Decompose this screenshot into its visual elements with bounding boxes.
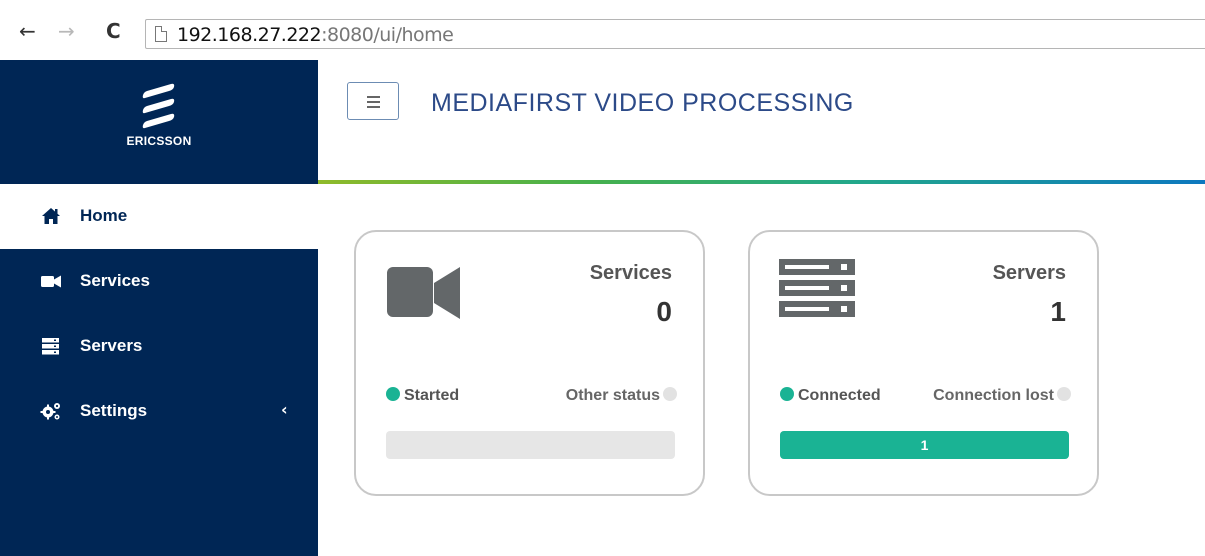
grey-status-dot <box>1057 387 1071 401</box>
chevron-left-icon[interactable]: ‹ <box>281 400 288 419</box>
sidebar-item-label: Settings <box>80 401 148 420</box>
green-status-dot <box>780 387 794 401</box>
hamburger-line <box>367 96 380 98</box>
home-icon <box>42 208 60 224</box>
server-icon <box>779 259 855 317</box>
brand-logo[interactable]: ERICSSON <box>0 60 318 184</box>
hamburger-line <box>367 106 380 108</box>
sidebar: ERICSSON Home Services Servers Settings … <box>0 60 318 556</box>
gears-icon <box>40 403 60 420</box>
video-camera-icon <box>387 267 460 319</box>
services-progress-bar <box>386 431 675 459</box>
sidebar-item-label: Servers <box>80 336 143 355</box>
brand-name: ERICSSON <box>126 134 192 148</box>
video-camera-icon <box>41 275 61 288</box>
forward-arrow-icon[interactable]: → <box>58 21 75 41</box>
services-card[interactable]: Services 0 Started Other status <box>354 230 705 496</box>
sidebar-item-settings[interactable]: Settings ‹ <box>0 379 318 444</box>
hamburger-line <box>367 101 380 103</box>
card-title: Servers <box>992 262 1066 284</box>
header-divider <box>318 180 1205 184</box>
sidebar-item-label: Services <box>80 271 150 290</box>
server-icon <box>42 338 59 355</box>
url-text[interactable]: 192.168.27.222:8080/ui/home <box>177 23 454 47</box>
page-title: MEDIAFIRST VIDEO PROCESSING <box>431 89 854 117</box>
status-started: Started <box>386 387 459 405</box>
page-header: MEDIAFIRST VIDEO PROCESSING <box>318 60 1205 184</box>
status-connected: Connected <box>780 387 881 405</box>
servers-progress-bar: 1 <box>780 431 1069 459</box>
status-label: Connection lost <box>933 387 1054 404</box>
sidebar-item-label: Home <box>80 206 128 225</box>
address-bar[interactable]: 192.168.27.222:8080/ui/home <box>145 19 1205 49</box>
status-other: Other status <box>566 387 677 405</box>
sidebar-nav: Home Services Servers Settings ‹ <box>0 184 318 444</box>
reload-icon[interactable]: C <box>106 21 121 41</box>
card-title: Services <box>589 262 672 284</box>
ericsson-logo-icon <box>142 83 175 129</box>
servers-count: 1 <box>1050 296 1066 327</box>
browser-toolbar: ← → C 192.168.27.222:8080/ui/home <box>0 0 1205 60</box>
grey-status-dot <box>663 387 677 401</box>
sidebar-item-servers[interactable]: Servers <box>0 314 318 379</box>
back-arrow-icon[interactable]: ← <box>19 21 36 41</box>
sidebar-item-services[interactable]: Services <box>0 249 318 314</box>
servers-card[interactable]: Servers 1 Connected Connection lost 1 <box>748 230 1099 496</box>
status-label: Connected <box>798 387 881 404</box>
url-path: :8080/ui/home <box>321 24 454 46</box>
services-count: 0 <box>656 296 672 327</box>
green-status-dot <box>386 387 400 401</box>
page-icon <box>155 26 167 42</box>
sidebar-item-home[interactable]: Home <box>0 184 318 249</box>
status-connection-lost: Connection lost <box>933 387 1071 405</box>
status-label: Other status <box>565 387 660 404</box>
status-label: Started <box>404 387 460 404</box>
url-host: 192.168.27.222 <box>177 24 322 46</box>
progress-fill: 1 <box>780 431 1069 459</box>
menu-toggle-button[interactable] <box>347 82 399 120</box>
